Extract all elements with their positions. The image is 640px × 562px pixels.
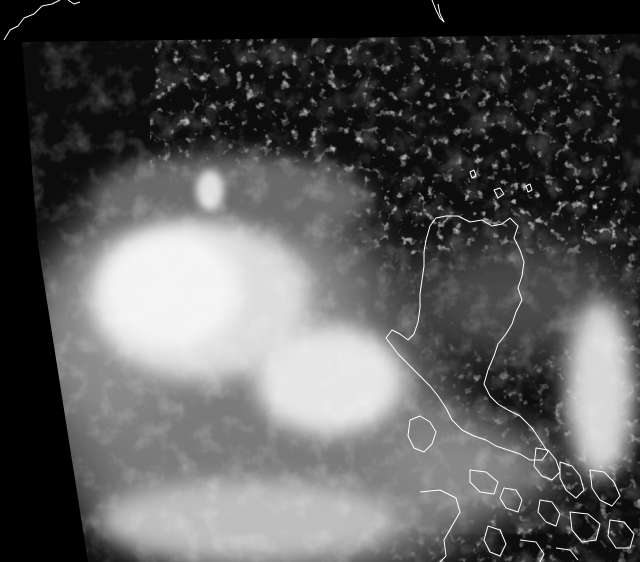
cloud-texture xyxy=(22,34,640,562)
satellite-image xyxy=(0,0,640,562)
